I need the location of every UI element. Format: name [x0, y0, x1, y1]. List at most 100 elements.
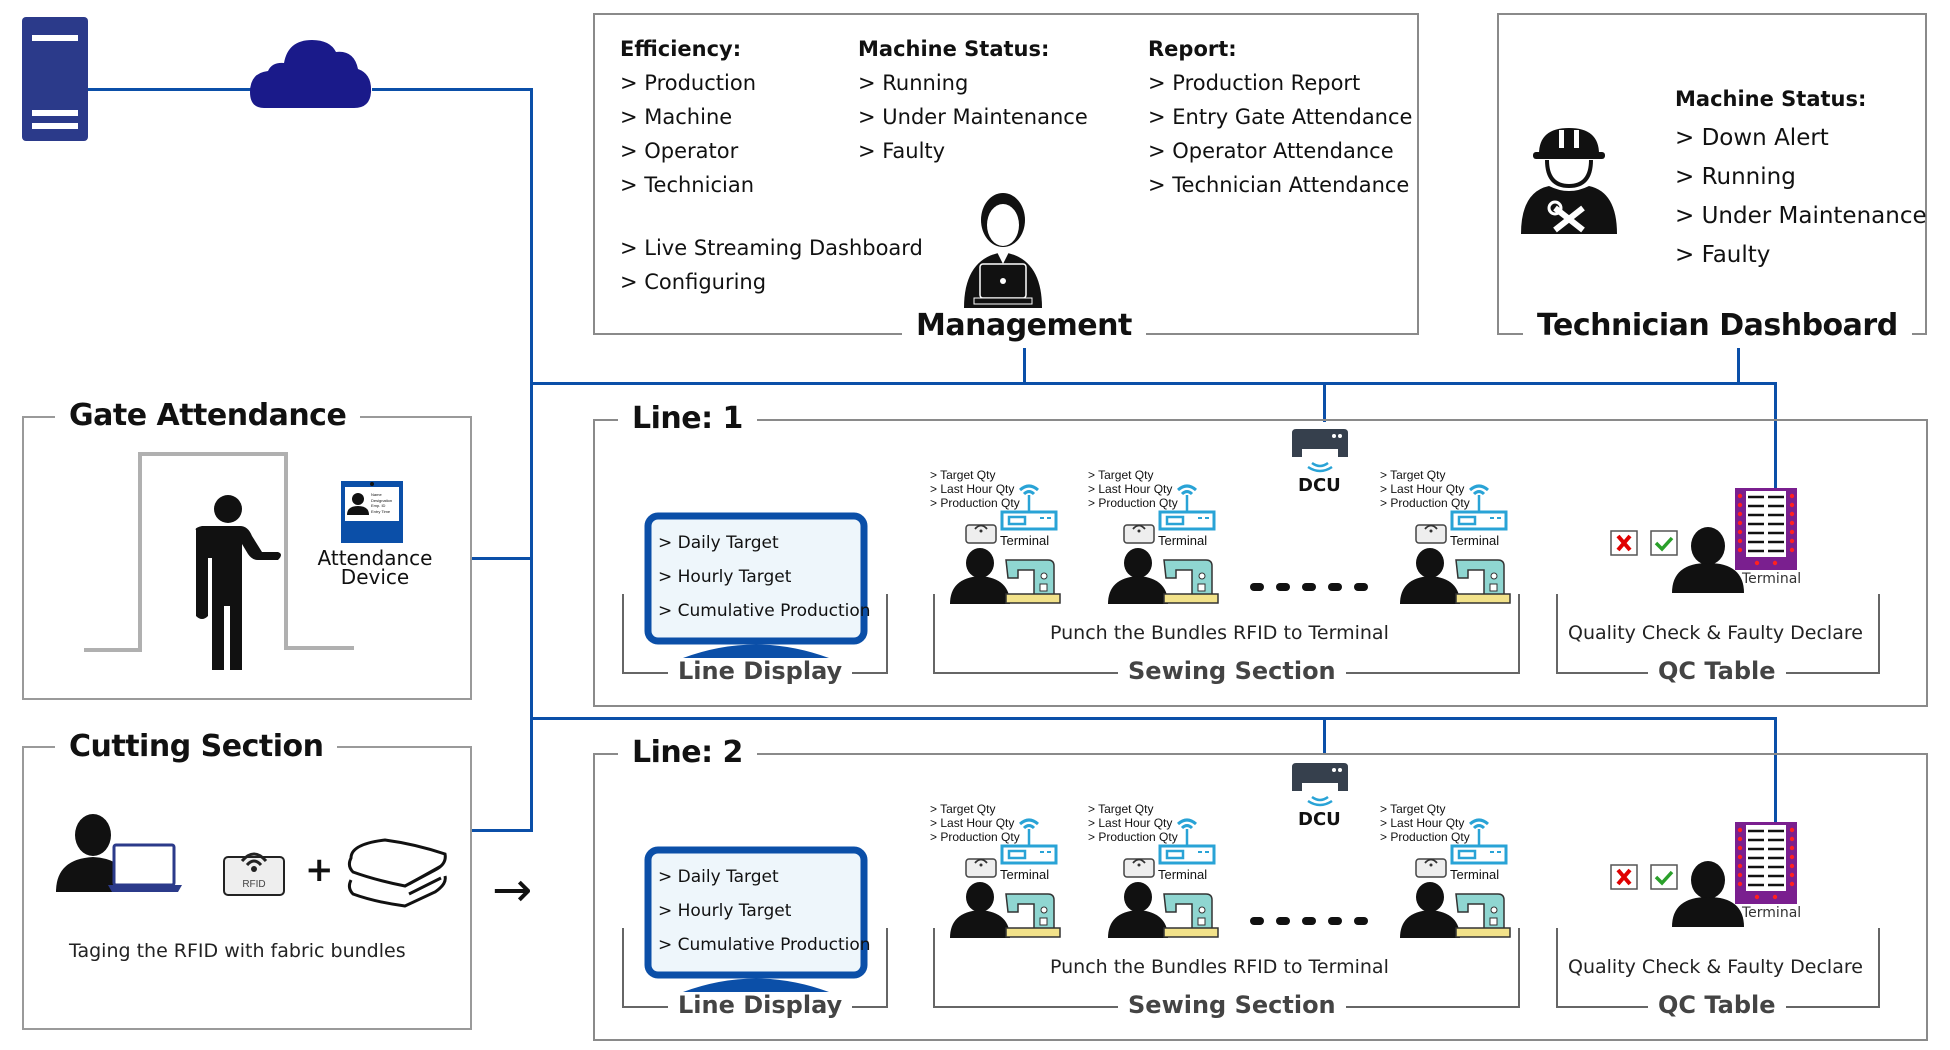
attendance-device-label-line2: Device	[340, 565, 410, 589]
dcu-label: DCU	[1298, 475, 1341, 496]
rfid-reader-icon	[965, 524, 997, 544]
cloud-icon	[250, 40, 372, 108]
rfid-reader-icon	[1123, 524, 1155, 544]
report-item: > Production Report	[1148, 71, 1361, 95]
terminal-icon	[1158, 818, 1216, 865]
cutting-caption: Taging the RFID with fabric bundles	[69, 940, 406, 962]
machine-status-item: > Running	[858, 71, 969, 95]
network-drop-technician	[1737, 348, 1740, 384]
line-display-label: Line Display	[668, 657, 853, 685]
efficiency-item: > Production	[620, 71, 756, 95]
report-item: > Operator Attendance	[1148, 139, 1394, 163]
terminal-icon	[1158, 484, 1216, 531]
efficiency-heading: Efficiency:	[620, 37, 742, 61]
technician-icon	[1521, 128, 1617, 234]
plus-sign: +	[305, 850, 334, 890]
ellipsis-dot	[1328, 917, 1342, 925]
dcu-label: DCU	[1298, 809, 1341, 830]
terminal-info-item: > Target Qty	[1380, 468, 1446, 482]
technician-status-item: > Under Maintenance	[1675, 203, 1927, 229]
line-display-label: Line Display	[668, 991, 853, 1019]
report-heading: Report:	[1148, 37, 1237, 61]
network-bus-line2	[530, 717, 1776, 720]
technician-status-item: > Down Alert	[1675, 125, 1829, 151]
terminal-icon	[1000, 818, 1058, 865]
management-title: Management	[902, 308, 1146, 343]
management-machine-status-column: Machine Status: > Running > Under Mainte…	[858, 32, 1088, 168]
qc-operator-icon	[1672, 527, 1744, 593]
line-display-item: > Cumulative Production	[658, 935, 871, 955]
network-drop-management	[1023, 348, 1026, 384]
terminal-info-item: > Target Qty	[1088, 468, 1154, 482]
management-extra-items: > Live Streaming Dashboard > Configuring	[620, 231, 923, 299]
network-line-server-cloud	[85, 88, 253, 91]
line-display-item: > Daily Target	[658, 867, 779, 887]
ellipsis-dot	[1276, 917, 1290, 925]
ellipsis-dot	[1276, 583, 1290, 591]
management-efficiency-column: Efficiency: > Production > Machine > Ope…	[620, 32, 756, 202]
qc-terminal-icon	[1735, 822, 1797, 904]
reject-checkbox-icon	[1610, 864, 1638, 890]
technician-status-item: > Running	[1675, 164, 1796, 190]
network-drop-dcu-line1	[1323, 382, 1326, 422]
efficiency-item: > Machine	[620, 105, 733, 129]
manager-laptop-icon	[964, 193, 1042, 308]
flow-arrow: →	[492, 862, 533, 918]
technician-status-item: > Faulty	[1675, 242, 1771, 268]
attendance-card-fields: Name Designation Emp. ID Entry Time	[371, 492, 392, 514]
technician-machine-status-heading: Machine Status:	[1675, 87, 1867, 111]
sewing-operator-icon	[950, 548, 1061, 604]
line-title: Line: 2	[618, 735, 757, 770]
qc-terminal-icon	[1735, 488, 1797, 570]
report-item: > Technician Attendance	[1148, 173, 1410, 197]
sewing-operator-icon	[1400, 548, 1511, 604]
sewing-operator-icon	[950, 882, 1061, 938]
fabric-bundle-icon	[347, 838, 447, 908]
terminal-label: Terminal	[1000, 867, 1050, 882]
technician-dashboard-title: Technician Dashboard	[1523, 308, 1912, 343]
sewing-section-label: Sewing Section	[1118, 991, 1346, 1019]
attendance-device-label: Attendance Device	[310, 548, 440, 589]
cutting-operator-laptop-icon	[56, 814, 182, 892]
more-stations-ellipsis	[1250, 579, 1370, 598]
more-stations-ellipsis	[1250, 913, 1370, 932]
dcu-icon	[1292, 429, 1348, 473]
line-title: Line: 1	[618, 401, 757, 436]
network-line-gate	[470, 557, 532, 560]
technician-machine-status-list: Machine Status: > Down Alert > Running >…	[1675, 80, 1927, 275]
line-display-items: > Daily Target > Hourly Target > Cumulat…	[658, 526, 871, 628]
person-icon	[195, 495, 281, 670]
terminal-label: Terminal	[1158, 867, 1208, 882]
terminal-label: Terminal	[1450, 867, 1500, 882]
network-drop-dcu-line2	[1323, 717, 1326, 754]
qc-table-label: QC Table	[1648, 657, 1786, 685]
qc-operator-icon	[1672, 861, 1744, 927]
line-display-item: > Hourly Target	[658, 901, 792, 921]
terminal-info-item: > Target Qty	[930, 802, 996, 816]
sewing-section-label: Sewing Section	[1118, 657, 1346, 685]
gate-attendance-title: Gate Attendance	[55, 398, 361, 433]
rfid-tag-icon: RFID	[223, 852, 285, 896]
qc-terminal-label: Terminal	[1742, 571, 1802, 587]
ellipsis-dot	[1302, 917, 1316, 925]
live-streaming-dashboard-item: > Live Streaming Dashboard	[620, 236, 923, 260]
qc-caption: Quality Check & Faulty Declare	[1568, 622, 1863, 644]
rfid-reader-icon	[1123, 858, 1155, 878]
machine-status-item: > Under Maintenance	[858, 105, 1088, 129]
sewing-operator-icon	[1108, 548, 1219, 604]
terminal-info-item: > Target Qty	[1380, 802, 1446, 816]
reject-checkbox-icon	[1610, 530, 1638, 556]
dcu-icon	[1292, 763, 1348, 807]
terminal-label: Terminal	[1450, 533, 1500, 548]
cutting-section-title: Cutting Section	[55, 729, 338, 764]
machine-status-item: > Faulty	[858, 139, 946, 163]
ellipsis-dot	[1250, 917, 1264, 925]
management-report-column: Report: > Production Report > Entry Gate…	[1148, 32, 1412, 202]
terminal-info-item: > Target Qty	[930, 468, 996, 482]
sewing-caption: Punch the Bundles RFID to Terminal	[1050, 622, 1389, 644]
terminal-icon	[1450, 484, 1508, 531]
qc-terminal-label: Terminal	[1742, 905, 1802, 921]
ellipsis-dot	[1302, 583, 1316, 591]
qc-table-label: QC Table	[1648, 991, 1786, 1019]
network-bus-top	[530, 382, 1776, 385]
